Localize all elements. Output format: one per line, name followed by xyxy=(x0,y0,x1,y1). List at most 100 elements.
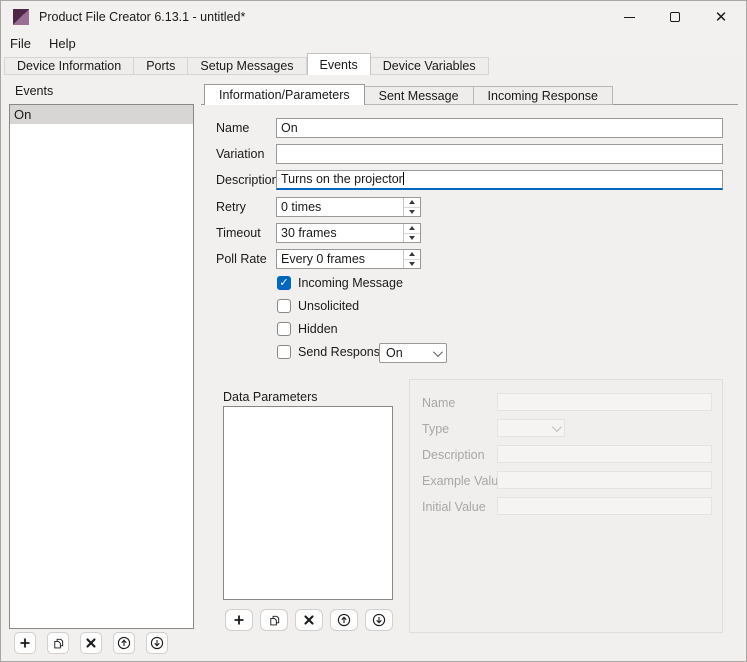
incoming-message-row: ✓ Incoming Message xyxy=(277,276,403,290)
maximize-button[interactable] xyxy=(652,1,698,33)
hidden-checkbox[interactable] xyxy=(277,322,291,336)
spin-up-icon xyxy=(409,252,415,256)
delete-x-icon xyxy=(86,638,96,648)
copy-icon xyxy=(268,614,281,627)
arrow-down-circle-icon xyxy=(150,636,164,650)
subtab-information-parameters[interactable]: Information/Parameters xyxy=(204,84,365,105)
hidden-row: Hidden xyxy=(277,322,338,336)
data-parameters-list[interactable] xyxy=(223,406,393,600)
hidden-label: Hidden xyxy=(298,322,338,336)
events-list-label: Events xyxy=(15,84,53,98)
timeout-spinbox[interactable]: 30 frames xyxy=(276,223,421,243)
incoming-message-checkbox[interactable]: ✓ xyxy=(277,276,291,290)
timeout-label: Timeout xyxy=(216,223,261,243)
retry-spin-up[interactable] xyxy=(404,198,420,208)
param-example-value-field xyxy=(497,471,712,489)
send-response-label: Send Response xyxy=(298,345,387,359)
subtab-incoming-response[interactable]: Incoming Response xyxy=(474,86,613,105)
add-parameter-button[interactable] xyxy=(225,609,253,631)
check-icon: ✓ xyxy=(279,278,288,289)
menu-file[interactable]: File xyxy=(1,34,40,53)
send-response-dropdown-value: On xyxy=(386,346,403,360)
spin-up-icon xyxy=(409,226,415,230)
parameter-details-panel: Name Type Description Example Value Init… xyxy=(409,379,723,633)
poll-rate-label: Poll Rate xyxy=(216,249,267,269)
tab-ports[interactable]: Ports xyxy=(134,57,188,75)
send-response-checkbox[interactable] xyxy=(277,345,291,359)
close-icon: ✕ xyxy=(715,10,728,25)
spin-down-icon xyxy=(409,210,415,214)
menu-help[interactable]: Help xyxy=(40,34,85,53)
unsolicited-label: Unsolicited xyxy=(298,299,359,313)
param-example-value-label: Example Value xyxy=(422,472,505,490)
data-parameters-label: Data Parameters xyxy=(223,390,317,404)
param-initial-value-label: Initial Value xyxy=(422,498,486,516)
description-label: Description xyxy=(216,170,279,190)
unsolicited-row: Unsolicited xyxy=(277,299,359,313)
move-parameter-up-button[interactable] xyxy=(330,609,358,631)
chevron-down-icon xyxy=(433,347,443,357)
poll-rate-spin-down[interactable] xyxy=(404,260,420,269)
variation-label: Variation xyxy=(216,144,264,164)
move-event-up-button[interactable] xyxy=(113,632,135,654)
param-type-label: Type xyxy=(422,420,449,438)
window-title: Product File Creator 6.13.1 - untitled* xyxy=(39,10,245,24)
text-caret xyxy=(403,172,404,185)
tab-device-variables[interactable]: Device Variables xyxy=(371,57,489,75)
close-button[interactable]: ✕ xyxy=(698,1,744,33)
description-field[interactable]: Turns on the projector xyxy=(276,170,723,190)
send-response-dropdown[interactable]: On xyxy=(379,343,447,363)
app-window: Product File Creator 6.13.1 - untitled* … xyxy=(0,0,747,662)
plus-icon xyxy=(233,614,245,626)
tab-events[interactable]: Events xyxy=(307,53,371,75)
app-icon xyxy=(13,9,29,25)
move-parameter-down-button[interactable] xyxy=(365,609,393,631)
arrow-up-circle-icon xyxy=(117,636,131,650)
send-response-row: Send Response xyxy=(277,345,387,359)
delete-event-button[interactable] xyxy=(80,632,102,654)
main-tab-bar: Device Information Ports Setup Messages … xyxy=(1,54,746,75)
retry-spin-down[interactable] xyxy=(404,208,420,217)
event-list-item-on[interactable]: On xyxy=(10,105,193,124)
retry-spinbox[interactable]: 0 times xyxy=(276,197,421,217)
param-type-dropdown xyxy=(497,419,565,437)
tab-device-information[interactable]: Device Information xyxy=(4,57,134,75)
unsolicited-checkbox[interactable] xyxy=(277,299,291,313)
title-bar: Product File Creator 6.13.1 - untitled* … xyxy=(1,1,746,33)
poll-rate-spinbox[interactable]: Every 0 frames xyxy=(276,249,421,269)
timeout-spin-down[interactable] xyxy=(404,234,420,243)
tab-setup-messages[interactable]: Setup Messages xyxy=(188,57,306,75)
minimize-icon xyxy=(624,17,635,18)
poll-rate-spin-up[interactable] xyxy=(404,250,420,260)
description-text: Turns on the projector xyxy=(281,172,403,186)
param-description-field xyxy=(497,445,712,463)
param-name-field xyxy=(497,393,712,411)
plus-icon xyxy=(19,637,31,649)
timeout-spin-up[interactable] xyxy=(404,224,420,234)
variation-field[interactable] xyxy=(276,144,723,164)
spin-down-icon xyxy=(409,236,415,240)
chevron-down-icon xyxy=(552,422,562,432)
poll-rate-value: Every 0 frames xyxy=(277,250,403,268)
name-field[interactable]: On xyxy=(276,118,723,138)
param-description-label: Description xyxy=(422,446,485,464)
arrow-up-circle-icon xyxy=(337,613,351,627)
retry-value: 0 times xyxy=(277,198,403,216)
timeout-value: 30 frames xyxy=(277,224,403,242)
maximize-icon xyxy=(670,12,680,22)
arrow-down-circle-icon xyxy=(372,613,386,627)
subtab-sent-message[interactable]: Sent Message xyxy=(365,86,474,105)
name-label: Name xyxy=(216,118,249,138)
add-event-button[interactable] xyxy=(14,632,36,654)
delete-x-icon xyxy=(304,615,314,625)
delete-parameter-button[interactable] xyxy=(295,609,323,631)
copy-event-button[interactable] xyxy=(47,632,69,654)
move-event-down-button[interactable] xyxy=(146,632,168,654)
copy-parameter-button[interactable] xyxy=(260,609,288,631)
events-list[interactable]: On xyxy=(9,104,194,629)
events-toolbar xyxy=(14,632,168,654)
spin-down-icon xyxy=(409,262,415,266)
minimize-button[interactable] xyxy=(606,1,652,33)
param-name-label: Name xyxy=(422,394,455,412)
menu-bar: File Help xyxy=(1,33,746,54)
